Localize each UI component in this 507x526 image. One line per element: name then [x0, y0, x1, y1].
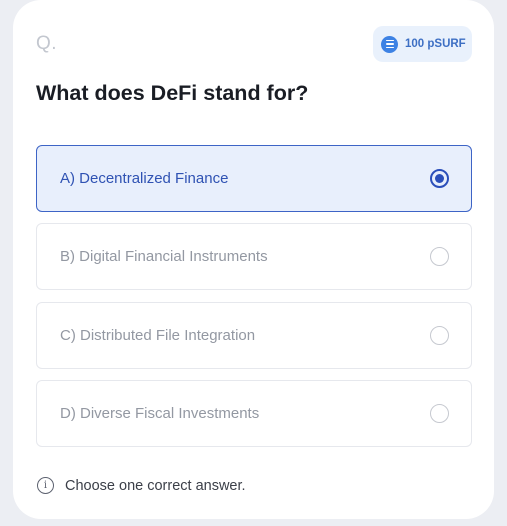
- option-label: B) Digital Financial Instruments: [60, 248, 268, 265]
- question-label: Q.: [36, 33, 58, 54]
- reward-badge: 100 pSURF: [373, 26, 472, 62]
- quiz-card: Q. 100 pSURF What does DeFi stand for? A…: [13, 0, 494, 519]
- radio-selected-icon[interactable]: [430, 169, 449, 188]
- reward-amount: 100 pSURF: [405, 38, 466, 50]
- hint: i Choose one correct answer.: [37, 477, 246, 494]
- radio-icon[interactable]: [430, 404, 449, 423]
- option-c[interactable]: C) Distributed File Integration: [36, 302, 472, 369]
- option-label: D) Diverse Fiscal Investments: [60, 405, 260, 422]
- radio-icon[interactable]: [430, 247, 449, 266]
- option-label: A) Decentralized Finance: [60, 170, 229, 187]
- coin-icon: [381, 35, 398, 53]
- hint-text: Choose one correct answer.: [65, 477, 246, 494]
- info-icon: i: [37, 477, 54, 494]
- option-label: C) Distributed File Integration: [60, 327, 256, 344]
- radio-icon[interactable]: [430, 326, 449, 345]
- question-text: What does DeFi stand for?: [36, 81, 309, 105]
- option-b[interactable]: B) Digital Financial Instruments: [36, 223, 472, 290]
- option-a[interactable]: A) Decentralized Finance: [36, 145, 472, 212]
- option-d[interactable]: D) Diverse Fiscal Investments: [36, 380, 472, 447]
